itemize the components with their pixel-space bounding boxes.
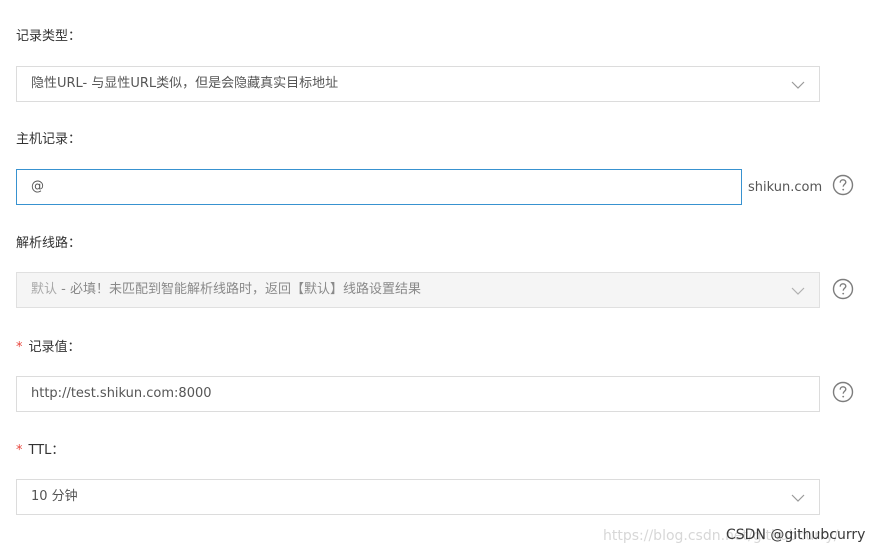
host-record-value: @ [31, 179, 44, 194]
chevron-down-icon [791, 494, 805, 502]
required-mark: * [16, 340, 23, 355]
domain-suffix: shikun.com [748, 180, 823, 195]
resolution-line-hint: - 必填！未匹配到智能解析线路时，返回【默认】线路设置结果 [57, 282, 421, 297]
chevron-down-icon [791, 287, 805, 295]
record-type-select[interactable]: 隐性URL- 与显性URL类似，但是会隐藏真实目标地址 [16, 66, 820, 102]
resolution-line-default: 默认 [31, 282, 58, 297]
ttl-label-text: TTL： [28, 443, 65, 458]
watermark-csdn: CSDN @githubcurry [726, 527, 866, 543]
question-circle-icon[interactable] [832, 278, 854, 300]
ttl-select[interactable]: 10 分钟 [16, 479, 820, 515]
resolution-line-label: 解析线路： [16, 236, 82, 251]
record-value-input[interactable]: http://test.shikun.com:8000 [16, 376, 820, 412]
required-mark: * [16, 443, 23, 458]
ttl-label: * TTL： [16, 443, 64, 459]
chevron-down-icon [791, 81, 805, 89]
record-type-label: 记录类型： [16, 29, 82, 44]
host-record-input[interactable]: @ [16, 169, 742, 205]
host-record-label: 主机记录： [16, 132, 82, 147]
record-value-label-text: 记录值： [28, 340, 81, 355]
ttl-value: 10 分钟 [31, 489, 78, 504]
resolution-line-select[interactable]: 默认 - 必填！未匹配到智能解析线路时，返回【默认】线路设置结果 [16, 272, 820, 308]
record-type-value: 隐性URL- 与显性URL类似，但是会隐藏真实目标地址 [31, 76, 339, 91]
record-value-label: * 记录值： [16, 340, 81, 356]
question-circle-icon[interactable] [832, 174, 854, 196]
question-circle-icon[interactable] [832, 381, 854, 403]
record-value-value: http://test.shikun.com:8000 [31, 386, 212, 401]
